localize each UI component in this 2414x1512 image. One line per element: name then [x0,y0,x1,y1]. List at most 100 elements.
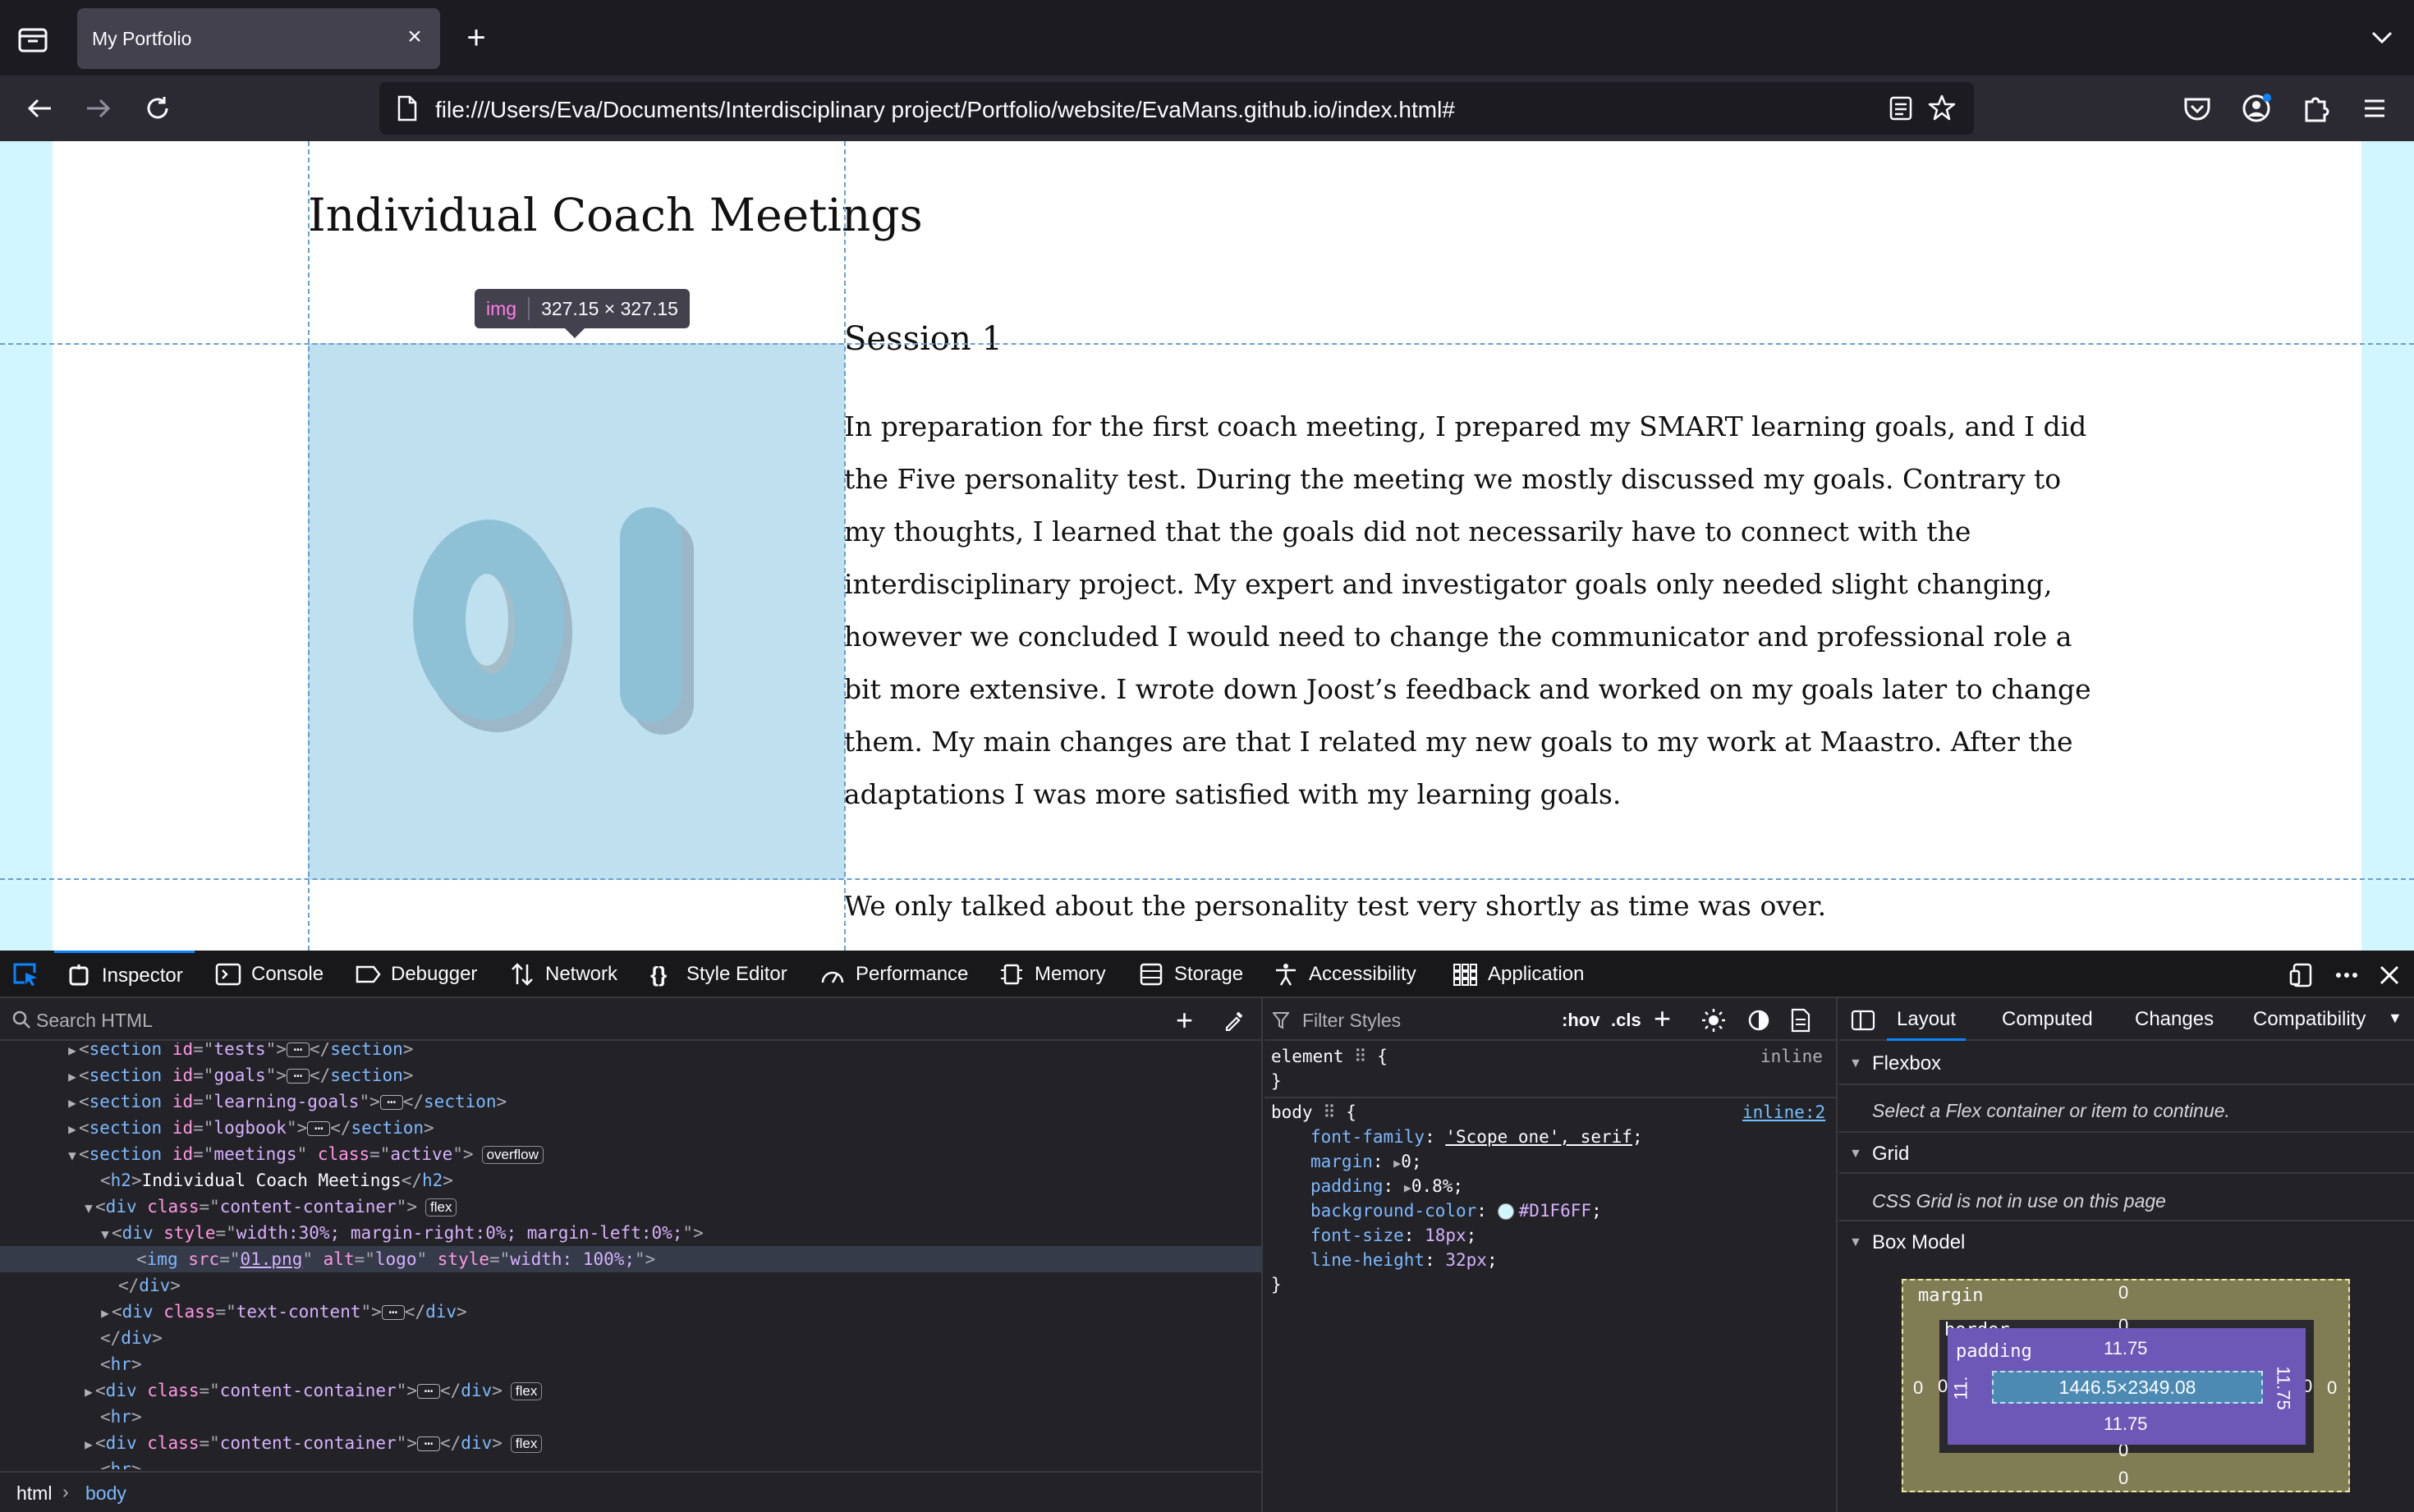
eyedropper-icon[interactable] [1223,1008,1246,1031]
markup-node-goals[interactable]: ▶ <section id="goals">… </section> [0,1062,1263,1088]
flex-badge[interactable]: flex [510,1382,543,1400]
markup-node-learning-goals[interactable]: ▶ <section id="learning-goals">… </section… [0,1088,1263,1115]
tab-computed[interactable]: Computed [2002,998,2093,1041]
debugger-icon [356,965,381,983]
tab-inspector[interactable]: Inspector [54,951,195,998]
tab-storage[interactable]: Storage [1138,951,1243,998]
tab-console[interactable]: Console [215,951,324,998]
markup-node-img-selected[interactable]: <img src="01.png" alt="logo" style="widt… [0,1246,1263,1272]
chevron-down-icon[interactable] [2368,25,2396,49]
cls-toggle[interactable]: .cls [1611,1010,1641,1031]
tab-close-icon[interactable]: × [402,25,427,49]
tab-compatibility[interactable]: Compatibility [2253,998,2366,1041]
flex-badge[interactable]: flex [510,1435,543,1453]
rule-body-source-link[interactable]: inline:2 [1742,1100,1825,1125]
logo-01-graphic [413,507,694,735]
inspector-icon [69,964,89,985]
breadcrumb-body[interactable]: body [85,1482,126,1505]
light-mode-icon[interactable] [1701,1008,1726,1033]
tab-layout[interactable]: Layout [1887,998,1967,1041]
margin-bottom-value[interactable]: 0 [2118,1468,2128,1489]
box-model-border[interactable]: border 0 0 0 0 padding 11.75 11.75 11. 1… [1938,1315,2314,1460]
rule-decl-font-family[interactable]: font-family: 'Scope one', serif; [1310,1125,1643,1149]
markup-node-logbook[interactable]: ▶ <section id="logbook">… </section> [0,1115,1263,1141]
tab-performance[interactable]: Performance [819,951,968,998]
section-flexbox-header[interactable]: ▼ Flexbox [1839,1042,2414,1085]
filter-styles-input[interactable]: Filter Styles [1302,1010,1401,1032]
markup-node-content-container-3[interactable]: ▶ <div class="content-container">… </div> f… [0,1430,1263,1456]
section-grid-header[interactable]: ▼ Grid [1839,1131,2414,1174]
rule-decl-padding[interactable]: padding: ▶0.8%; [1310,1174,1463,1198]
contrast-icon[interactable] [1747,1009,1770,1032]
color-swatch-icon[interactable] [1497,1203,1514,1220]
extensions-icon[interactable] [2299,92,2332,125]
section-boxmodel-header[interactable]: ▼ Box Model [1839,1220,2414,1262]
markup-node-content-container-2[interactable]: ▶ <div class="content-container">… </div> f… [0,1377,1263,1404]
tab-style-editor[interactable]: {} Style Editor [650,951,787,998]
tab-changes[interactable]: Changes [2135,998,2214,1041]
url-text[interactable]: file:///Users/Eva/Documents/Interdiscipl… [435,97,1455,123]
rule-body-selector[interactable]: body ⠿ { [1271,1100,1356,1125]
rule-element-selector[interactable]: element ⠿ { [1271,1044,1388,1069]
border-left-value[interactable]: 0 [1938,1376,1948,1397]
tab-network[interactable]: Network [509,951,617,998]
padding-left-value[interactable]: 11. [1950,1377,1971,1400]
markup-node-div-style[interactable]: ▼ <div style="width:30%; margin-right:0%;… [0,1220,1263,1246]
element-picker-icon[interactable] [11,961,39,987]
browser-tab-active[interactable]: My Portfolio × [77,8,440,69]
session-title: Session 1 [844,320,1003,358]
menu-icon[interactable] [2358,92,2391,125]
bookmark-star-icon[interactable] [1928,94,1956,121]
account-icon[interactable] [2240,92,2273,125]
markup-node-meetings[interactable]: ▼ <section id="meetings" class="active"> o… [0,1141,1263,1167]
print-media-icon[interactable] [1790,1008,1811,1033]
breadcrumb-html[interactable]: html [16,1482,52,1505]
responsive-design-icon[interactable] [2289,962,2315,988]
chevron-down-icon[interactable]: ▼ [2388,1010,2403,1027]
padding-right-value[interactable]: 11.75 [2273,1366,2294,1409]
search-html-input[interactable]: Search HTML [36,1010,153,1032]
forward-arrow-icon[interactable] [82,92,115,125]
markup-node-h2[interactable]: <h2>Individual Coach Meetings</h2> [0,1167,1263,1194]
box-model-margin[interactable]: margin 0 0 0 0 border 0 0 0 0 padding 11… [1902,1279,2350,1492]
margin-top-value[interactable]: 0 [2118,1282,2128,1304]
rule-element-close: } [1271,1071,1282,1091]
rule-decl-background-color[interactable]: background-color: #D1F6FF; [1310,1198,1602,1223]
markup-node-tests[interactable]: ▶ <section id="tests">… </section> [0,1042,1263,1062]
padding-top-value[interactable]: 11.75 [2104,1338,2147,1359]
tab-accessibility[interactable]: Accessibility [1273,951,1416,998]
infobar-tag: img [486,297,517,319]
markup-node-content-container[interactable]: ▼ <div class="content-container"> flex [0,1194,1263,1220]
hov-toggle[interactable]: :hov [1562,1010,1599,1031]
box-model-content[interactable]: 1446.5×2349.08 [1992,1371,2263,1404]
markup-node-hr-2[interactable]: <hr> [0,1404,1263,1430]
pocket-icon[interactable] [2181,92,2214,125]
margin-right-value[interactable]: 0 [2327,1377,2337,1399]
markup-node-hr-3[interactable]: <hr> [0,1456,1263,1469]
overflow-badge[interactable]: overflow [481,1146,544,1164]
new-tab-button[interactable]: + [461,21,491,54]
tab-debugger[interactable]: Debugger [355,951,477,998]
add-node-icon[interactable]: + [1176,1003,1193,1038]
url-bar[interactable]: file:///Users/Eva/Documents/Interdiscipl… [379,82,1974,135]
markup-node-text-content[interactable]: ▶ <div class="text-content">… </div> [0,1299,1263,1325]
margin-left-value[interactable]: 0 [1913,1377,1923,1399]
rule-decl-font-size[interactable]: font-size: 18px; [1310,1223,1476,1248]
toggle-sidebar-icon[interactable] [1851,1010,1875,1031]
infobar-size: 327.15 × 327.15 [541,297,678,319]
tab-memory[interactable]: Memory [998,951,1106,998]
more-options-icon[interactable] [2334,962,2360,988]
rule-decl-line-height[interactable]: line-height: 32px; [1310,1248,1498,1272]
reader-view-icon[interactable] [1889,95,1913,121]
back-arrow-icon[interactable] [23,92,56,125]
add-rule-icon[interactable]: + [1654,1001,1671,1036]
firefox-view-icon[interactable] [16,25,49,54]
box-model-padding[interactable]: padding 11.75 11.75 11. 11.75 1446.5×234… [1948,1328,2306,1445]
rule-decl-margin[interactable]: margin: ▶0; [1310,1149,1422,1174]
markup-node-hr[interactable]: <hr> [0,1351,1263,1377]
flex-badge[interactable]: flex [425,1198,457,1216]
tab-application[interactable]: Application [1452,951,1584,998]
reload-icon[interactable] [141,92,174,125]
close-devtools-icon[interactable] [2376,962,2403,988]
padding-bottom-value[interactable]: 11.75 [2104,1413,2147,1435]
